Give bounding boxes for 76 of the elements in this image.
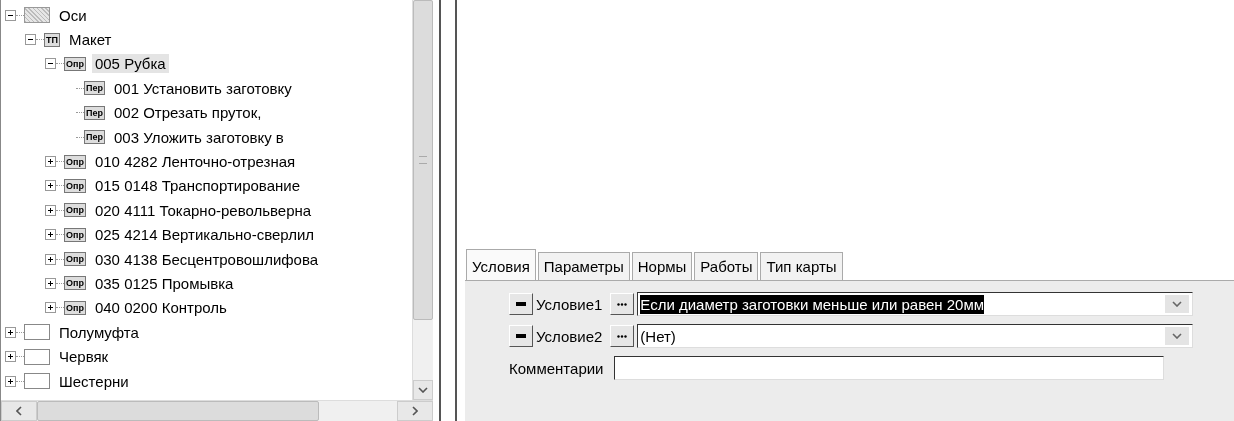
folder-icon (24, 373, 50, 390)
type-badge: Пер (84, 130, 105, 145)
expand-icon[interactable] (5, 326, 16, 338)
collapse-icon[interactable] (5, 9, 16, 21)
horizontal-scrollbar[interactable] (1, 400, 433, 421)
dropdown-icon[interactable] (1165, 327, 1190, 345)
dropdown-icon[interactable] (1165, 295, 1190, 313)
folder-icon (24, 348, 50, 365)
condition-dropdown[interactable]: (Нет) (637, 324, 1194, 348)
chevron-right-icon (412, 406, 418, 416)
expand-icon[interactable] (5, 351, 16, 363)
more-button[interactable] (610, 325, 635, 347)
remove-button[interactable] (509, 325, 533, 347)
comment-field[interactable] (614, 356, 1165, 380)
tab[interactable]: Параметры (537, 252, 630, 280)
tab[interactable]: Работы (694, 252, 759, 280)
more-button[interactable] (610, 293, 635, 315)
scroll-down-button[interactable] (413, 380, 433, 400)
type-badge: Опр (64, 56, 86, 71)
tree-item[interactable]: 015 0148 Транспортирование (91, 176, 303, 196)
tab[interactable]: Тип карты (760, 252, 843, 280)
collapse-icon[interactable] (25, 34, 36, 46)
type-badge: Опр (64, 178, 86, 193)
scroll-thumb[interactable] (37, 401, 319, 421)
vertical-scrollbar[interactable] (412, 0, 433, 400)
type-badge: Опр (64, 300, 86, 315)
minus-icon (516, 334, 526, 338)
expand-icon[interactable] (45, 229, 56, 241)
tree-item[interactable]: 025 4214 Вертикально-сверлил (91, 225, 318, 245)
scroll-left-button[interactable] (1, 401, 37, 421)
expand-icon[interactable] (45, 278, 56, 289)
tree-item[interactable]: 020 4111 Токарно-револьверна (91, 200, 315, 220)
condition-dropdown[interactable]: Если диаметр заготовки меньше или равен 20мм (637, 292, 1194, 316)
type-badge: Пер (84, 81, 105, 96)
tree-item[interactable]: 005 Рубка (91, 54, 169, 74)
type-badge: Опр (64, 227, 86, 242)
expand-icon[interactable] (45, 180, 56, 192)
tree-item[interactable]: Червяк (56, 347, 112, 367)
scroll-right-button[interactable] (397, 401, 433, 421)
tree-item[interactable]: 002 Отрезать пруток, (111, 103, 265, 123)
condition-label: Условие2 (536, 327, 603, 345)
expand-icon[interactable] (5, 375, 16, 387)
scroll-thumb[interactable] (413, 0, 433, 320)
comment-label: Комментарии (509, 359, 604, 377)
condition-label: Условие1 (536, 295, 603, 313)
type-badge: Опр (64, 154, 86, 169)
tree-item[interactable]: 035 0125 Промывка (91, 274, 237, 293)
ellipsis-icon (617, 334, 628, 338)
splitter[interactable] (439, 0, 457, 421)
tree-item[interactable]: Шестерни (56, 371, 132, 391)
folder-icon (24, 324, 50, 341)
tree-item[interactable]: 003 Уложить заготовку в (111, 127, 287, 147)
expand-icon[interactable] (45, 302, 56, 314)
expand-icon[interactable] (45, 204, 56, 216)
chevron-left-icon (16, 406, 22, 416)
tree-item[interactable]: 010 4282 Ленточно-отрезная (91, 152, 299, 172)
minus-icon (516, 302, 526, 306)
expand-icon[interactable] (45, 156, 56, 168)
type-badge: Опр (64, 276, 86, 291)
chevron-down-icon (418, 387, 428, 393)
remove-button[interactable] (509, 293, 533, 315)
type-badge: ТП (44, 32, 60, 47)
tree-item[interactable]: Макет (65, 30, 115, 50)
tree-item[interactable]: Полумуфта (56, 322, 142, 342)
tab[interactable]: Условия (466, 249, 536, 280)
tree-item[interactable]: 040 0200 Контроль (91, 298, 230, 318)
type-badge: Опр (64, 203, 86, 218)
tree-item[interactable]: 030 4138 Бесцентровошлифова (91, 249, 322, 269)
expand-icon[interactable] (45, 253, 56, 265)
type-badge: Пер (84, 105, 105, 120)
ellipsis-icon (617, 302, 628, 306)
tab[interactable]: Нормы (631, 252, 693, 280)
tree-item[interactable]: Оси (56, 5, 90, 25)
type-badge: Опр (64, 252, 86, 267)
tree-item[interactable]: 001 Установить заготовку (111, 78, 295, 98)
collapse-icon[interactable] (45, 58, 56, 70)
